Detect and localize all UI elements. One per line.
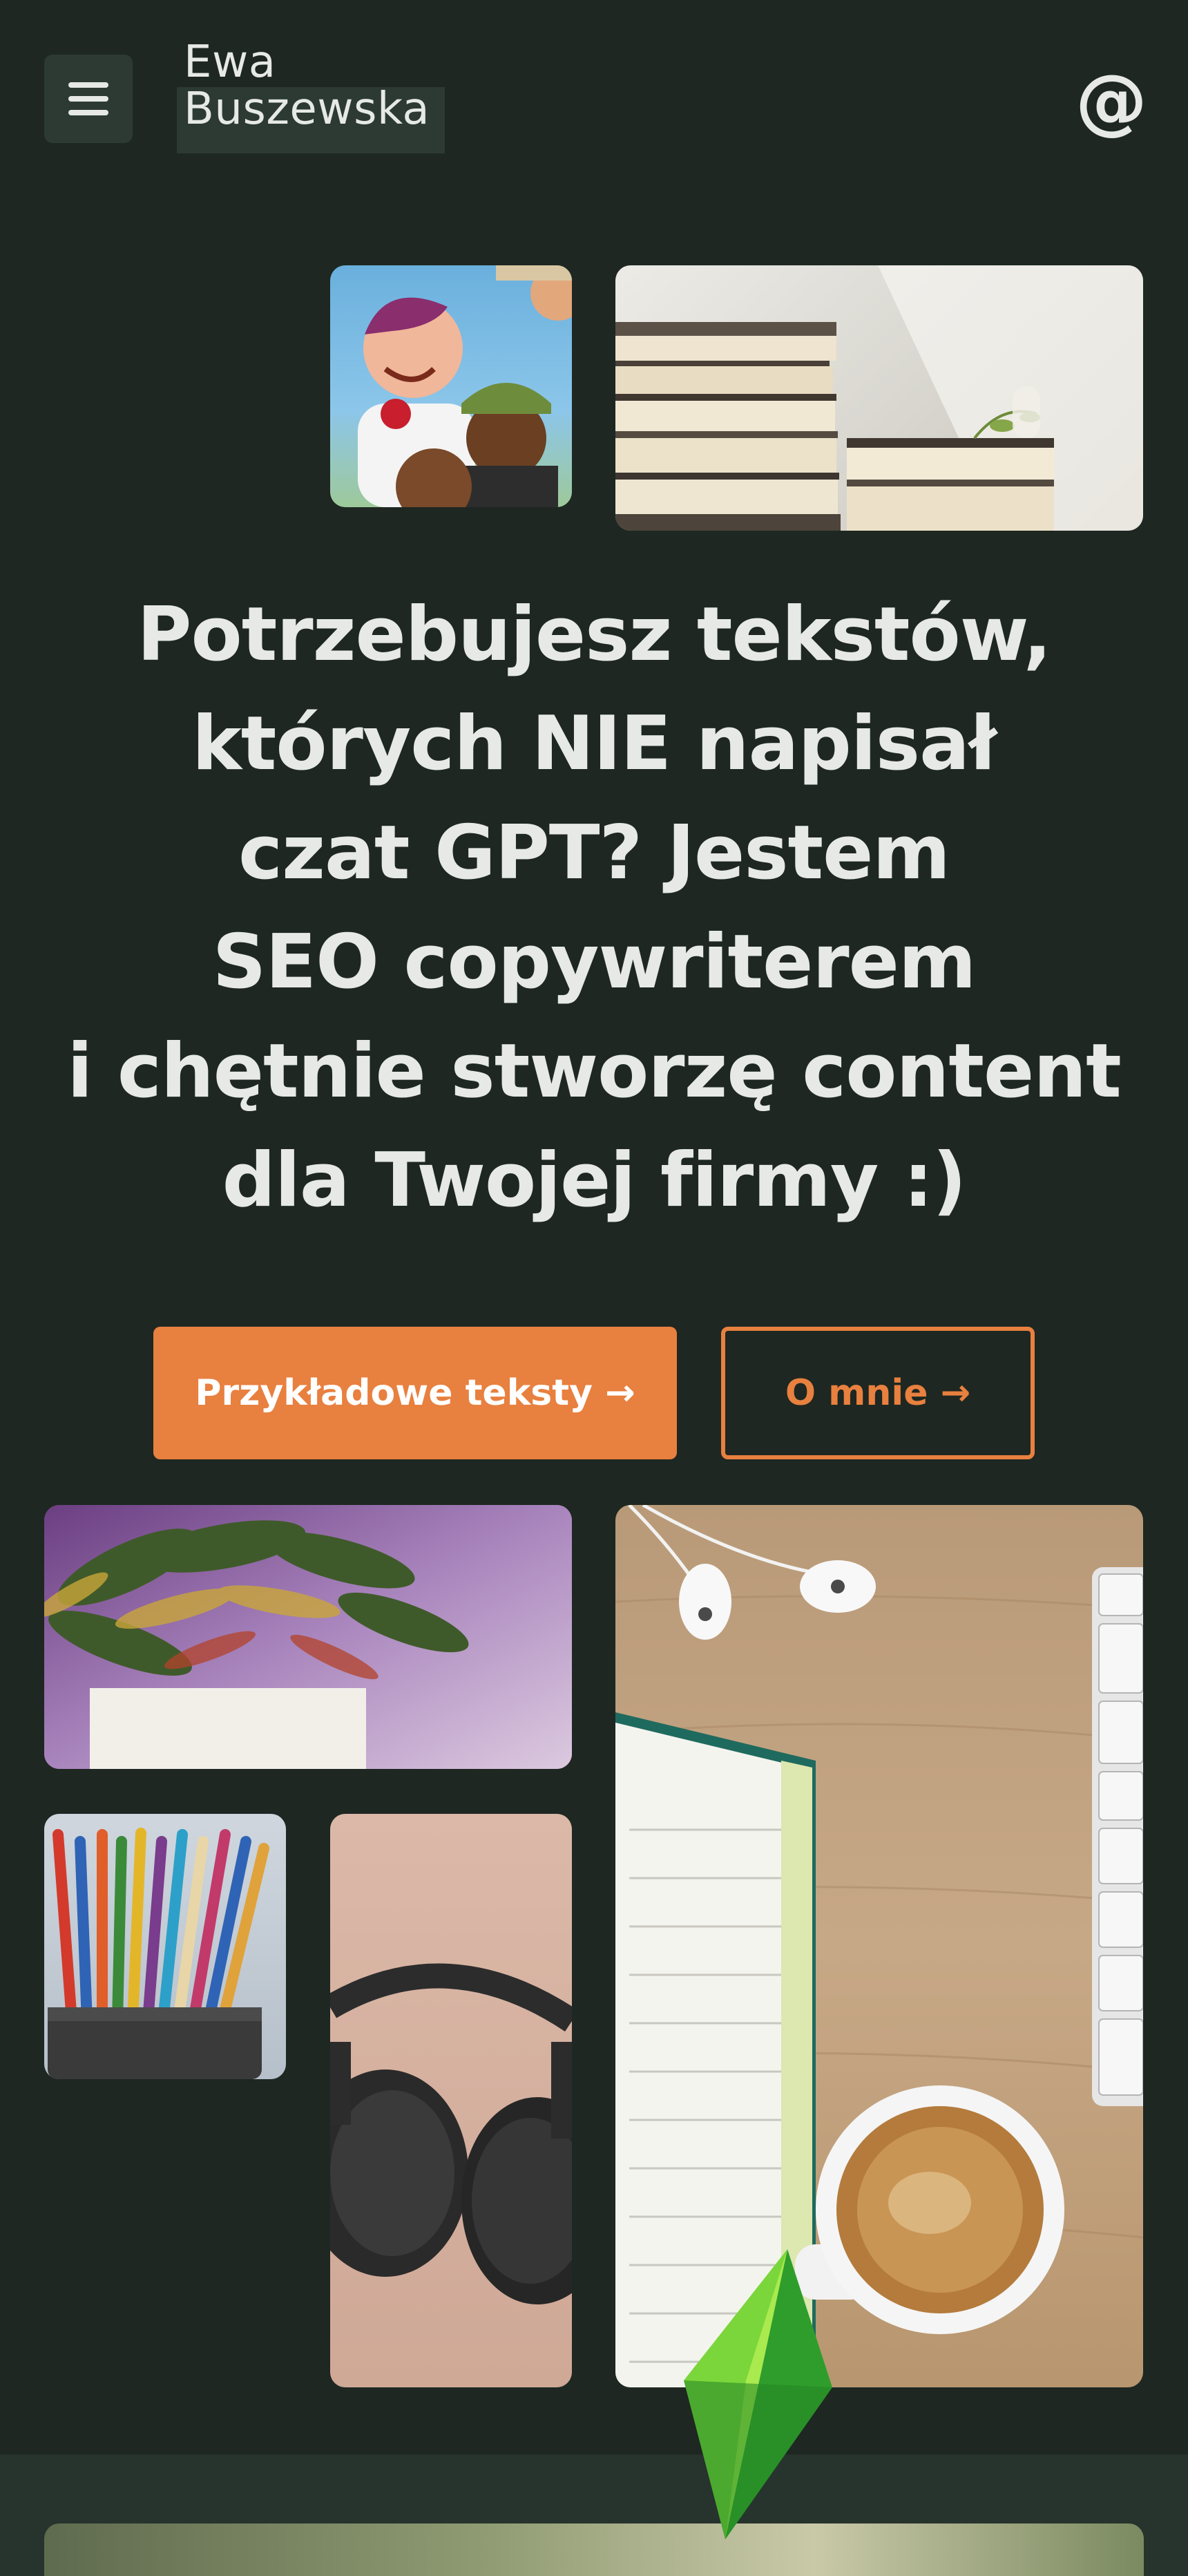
headline-line: dla Twojej firmy :)	[222, 1137, 967, 1224]
headline-line: SEO copywriterem	[212, 919, 977, 1005]
menu-button[interactable]	[44, 55, 133, 143]
headline-line: i chętnie stworzę content	[67, 1028, 1122, 1115]
hamburger-line	[68, 96, 108, 102]
headline-line: czat GPT? Jestem	[238, 810, 950, 896]
hero-headline: Potrzebujesz tekstów, których NIE napisa…	[41, 580, 1147, 1235]
headline-line: których NIE napisał	[191, 701, 997, 787]
about-me-button[interactable]: O mnie →	[721, 1327, 1035, 1459]
logo-last-name: Buszewska	[184, 84, 430, 135]
hamburger-line	[68, 82, 108, 88]
headphones-image	[330, 1814, 572, 2387]
books-stack-image	[615, 265, 1143, 531]
logo-first-name: Ewa	[184, 37, 276, 88]
sample-texts-button[interactable]: Przykładowe teksty →	[153, 1327, 677, 1459]
plumbob-icon	[684, 2249, 832, 2539]
headline-line: Potrzebujesz tekstów,	[137, 591, 1051, 678]
sims-characters-image	[330, 265, 572, 507]
colored-pencils-image	[44, 1814, 286, 2079]
plant-image	[44, 1505, 572, 1769]
site-logo[interactable]: Ewa Buszewska	[175, 39, 445, 153]
contact-at-icon[interactable]: @	[1074, 64, 1149, 138]
hamburger-line	[68, 110, 108, 115]
next-section-image	[44, 2523, 1144, 2576]
